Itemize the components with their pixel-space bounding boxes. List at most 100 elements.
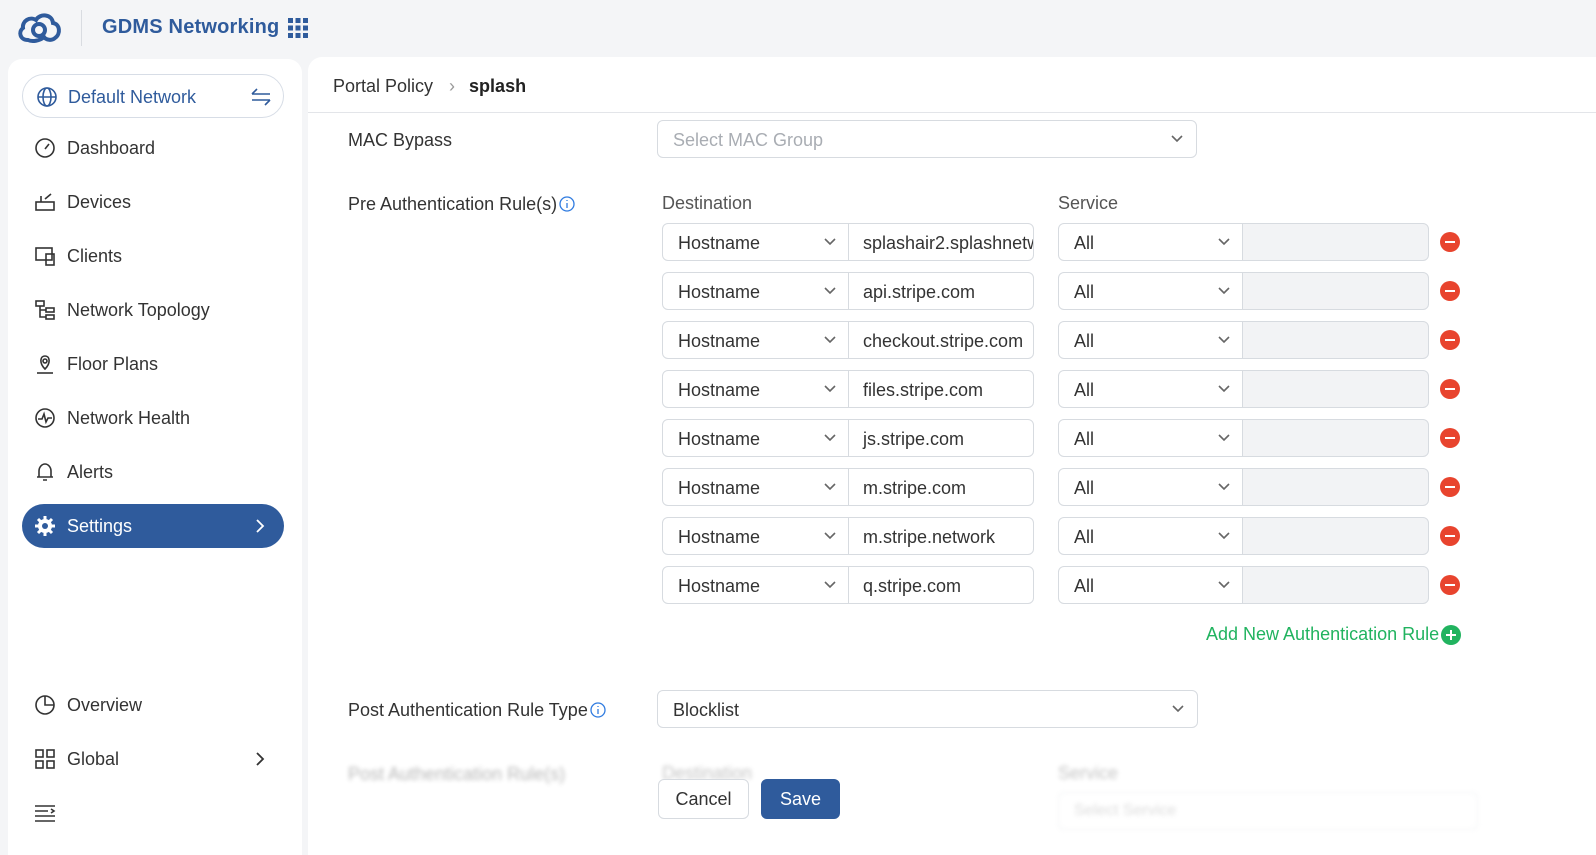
destination-host-input[interactable]: api.stripe.com bbox=[848, 272, 1034, 310]
sidebar-item-network-health[interactable]: Network Health bbox=[22, 396, 284, 440]
remove-rule-icon[interactable] bbox=[1440, 428, 1460, 448]
sidebar-item-floor-plans[interactable]: Floor Plans bbox=[22, 342, 284, 386]
swap-icon[interactable] bbox=[250, 87, 272, 107]
sidebar-item-network-topology[interactable]: Network Topology bbox=[22, 288, 284, 332]
destination-type-value: Hostname bbox=[678, 429, 761, 449]
service-select[interactable]: All bbox=[1058, 468, 1244, 506]
info-icon[interactable] bbox=[590, 702, 606, 718]
top-bar: GDMS Networking bbox=[0, 0, 1596, 57]
collapse-menu-icon[interactable] bbox=[34, 804, 56, 822]
chevron-right-icon bbox=[256, 519, 265, 533]
destination-type-select[interactable]: Hostname bbox=[662, 321, 850, 359]
cloud-logo-icon[interactable] bbox=[16, 10, 62, 44]
destination-type-value: Hostname bbox=[678, 233, 761, 253]
post-auth-type-value: Blocklist bbox=[673, 700, 740, 720]
destination-type-value: Hostname bbox=[678, 527, 761, 547]
breadcrumb-portal-policy[interactable]: Portal Policy bbox=[333, 76, 433, 96]
service-select[interactable]: All bbox=[1058, 370, 1244, 408]
sidebar-item-global[interactable]: Global bbox=[22, 737, 284, 781]
sidebar-item-label: Network Topology bbox=[67, 300, 210, 320]
add-rule-link[interactable]: Add New Authentication Rule bbox=[1206, 624, 1439, 645]
header-divider bbox=[81, 10, 82, 46]
save-button[interactable]: Save bbox=[761, 779, 840, 819]
location-pin-icon bbox=[37, 355, 53, 374]
service-select[interactable]: All bbox=[1058, 566, 1244, 604]
apps-grid-icon[interactable] bbox=[288, 18, 308, 38]
destination-type-select[interactable]: Hostname bbox=[662, 468, 850, 506]
destination-type-select[interactable]: Hostname bbox=[662, 566, 850, 604]
breadcrumb: Portal Policy › splash bbox=[333, 76, 526, 97]
remove-rule-icon[interactable] bbox=[1440, 379, 1460, 399]
destination-type-select[interactable]: Hostname bbox=[662, 370, 850, 408]
sidebar-item-overview[interactable]: Overview bbox=[22, 683, 284, 727]
port-input[interactable] bbox=[1242, 321, 1429, 359]
destination-type-select[interactable]: Hostname bbox=[662, 272, 850, 310]
destination-host-input[interactable]: js.stripe.com bbox=[848, 419, 1034, 457]
sidebar-item-devices[interactable]: Devices bbox=[22, 180, 284, 224]
destination-host-input[interactable]: q.stripe.com bbox=[848, 566, 1034, 604]
port-input[interactable] bbox=[1242, 223, 1429, 261]
destination-host-input[interactable]: m.stripe.network bbox=[848, 517, 1034, 555]
service-value: All bbox=[1074, 233, 1095, 253]
post-service-placeholder: Select Service bbox=[1074, 802, 1177, 819]
destination-host-value: api.stripe.com bbox=[863, 282, 976, 302]
sidebar-item-label: Alerts bbox=[67, 462, 114, 482]
destination-type-select[interactable]: Hostname bbox=[662, 419, 850, 457]
chevron-down-icon bbox=[824, 336, 836, 344]
chevron-right-icon bbox=[256, 752, 265, 766]
info-icon[interactable] bbox=[559, 196, 575, 212]
destination-host-input[interactable]: checkout.stripe.com bbox=[848, 321, 1034, 359]
pre-auth-label-text: Pre Authentication Rule(s) bbox=[348, 194, 558, 214]
port-input[interactable] bbox=[1242, 517, 1429, 555]
post-auth-type-select[interactable]: Blocklist bbox=[657, 690, 1198, 728]
cancel-button[interactable]: Cancel bbox=[658, 779, 749, 819]
service-select[interactable]: All bbox=[1058, 223, 1244, 261]
sidebar-item-alerts[interactable]: Alerts bbox=[22, 450, 284, 494]
remove-rule-icon[interactable] bbox=[1440, 575, 1460, 595]
network-name: Default Network bbox=[68, 87, 197, 107]
service-select[interactable]: All bbox=[1058, 419, 1244, 457]
sidebar: Default Network Dashboard Devices Client… bbox=[8, 59, 302, 855]
destination-host-value: m.stripe.network bbox=[863, 527, 996, 547]
sidebar-item-label: Overview bbox=[67, 695, 143, 715]
remove-rule-icon[interactable] bbox=[1440, 330, 1460, 350]
destination-host-input[interactable]: m.stripe.com bbox=[848, 468, 1034, 506]
chevron-down-icon bbox=[1218, 532, 1230, 540]
service-select[interactable]: All bbox=[1058, 517, 1244, 555]
sidebar-item-settings[interactable]: Settings bbox=[22, 504, 284, 548]
port-input[interactable] bbox=[1242, 468, 1429, 506]
sidebar-item-clients[interactable]: Clients bbox=[22, 234, 284, 278]
destination-type-select[interactable]: Hostname bbox=[662, 517, 850, 555]
network-switcher[interactable]: Default Network bbox=[22, 74, 284, 118]
sidebar-item-dashboard[interactable]: Dashboard bbox=[22, 126, 284, 170]
chevron-down-icon bbox=[1218, 287, 1230, 295]
grid-icon bbox=[35, 749, 55, 769]
sidebar-item-label: Devices bbox=[67, 192, 132, 212]
pre-auth-rule-row: Hostname api.stripe.com All bbox=[662, 272, 1462, 310]
service-select[interactable]: All bbox=[1058, 321, 1244, 359]
bell-icon bbox=[37, 463, 53, 481]
chevron-down-icon bbox=[1218, 385, 1230, 393]
destination-type-select[interactable]: Hostname bbox=[662, 223, 850, 261]
destination-host-input[interactable]: splashair2.splashnetworks.com bbox=[848, 223, 1034, 261]
chevron-right-icon: › bbox=[449, 76, 456, 96]
remove-rule-icon[interactable] bbox=[1440, 526, 1460, 546]
port-input[interactable] bbox=[1242, 419, 1429, 457]
pre-auth-rule-row: Hostname splashair2.splashnetworks.com A… bbox=[662, 223, 1462, 261]
destination-host-input[interactable]: files.stripe.com bbox=[848, 370, 1034, 408]
remove-rule-icon[interactable] bbox=[1440, 281, 1460, 301]
chevron-down-icon bbox=[1218, 336, 1230, 344]
destination-host-value: m.stripe.com bbox=[863, 478, 967, 498]
plus-circle-icon[interactable] bbox=[1441, 625, 1461, 645]
chevron-down-icon bbox=[1171, 135, 1183, 143]
remove-rule-icon[interactable] bbox=[1440, 477, 1460, 497]
monitor-icon bbox=[35, 247, 55, 266]
service-select[interactable]: All bbox=[1058, 272, 1244, 310]
topology-icon bbox=[35, 300, 55, 320]
remove-rule-icon[interactable] bbox=[1440, 232, 1460, 252]
port-input[interactable] bbox=[1242, 566, 1429, 604]
port-input[interactable] bbox=[1242, 370, 1429, 408]
port-input[interactable] bbox=[1242, 272, 1429, 310]
sidebar-item-label: Dashboard bbox=[67, 138, 156, 158]
mac-group-select[interactable]: Select MAC Group bbox=[657, 120, 1197, 158]
